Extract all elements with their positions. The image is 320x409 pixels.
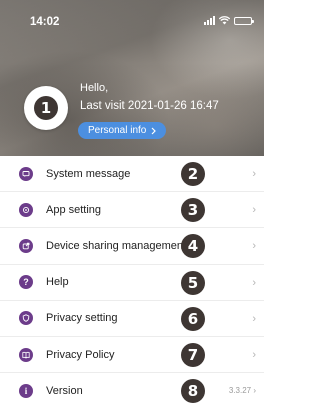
menu-item-label: Help [46,276,69,289]
shield-icon [19,311,33,326]
chevron-right-icon: › [252,168,256,180]
chevron-right-icon: › [252,348,256,361]
version-number: 3.3.27 › [228,386,256,396]
menu-item-label: Device sharing management [46,239,187,252]
callout-marker: 4 [181,234,205,259]
message-icon [19,166,33,181]
callout-marker: 6 [181,306,205,331]
signal-icon [204,16,215,25]
menu-item-label: Privacy Policy [46,348,115,361]
wifi-icon [219,16,230,25]
settings-icon [19,202,33,217]
settings-menu: System message 2 › App setting 3 › Devic… [0,156,264,409]
chevron-right-icon: › [252,312,256,325]
menu-item-label: Privacy setting [46,312,118,325]
menu-item-privacy-policy[interactable]: Privacy Policy 7 › [0,337,264,374]
menu-item-app-setting[interactable]: App setting 3 › [0,192,264,229]
chevron-right-icon: › [252,240,256,253]
callout-marker: 5 [181,270,205,295]
menu-item-label: Version [46,385,83,398]
greeting: Hello, [80,82,109,94]
status-time: 14:02 [30,16,60,28]
profile-header: 14:02 1 Hello, Last visit 2021-01-26 16:… [0,0,264,156]
callout-marker: 1 [34,96,58,120]
personal-info-button[interactable]: Personal info [78,122,167,139]
help-icon: ? [19,275,33,290]
info-icon: i [19,384,33,399]
callout-marker: 3 [181,198,205,223]
menu-item-version[interactable]: i Version 8 3.3.27 › [0,373,264,409]
book-icon [19,347,33,362]
chevron-right-icon [151,127,157,134]
battery-icon [234,16,254,25]
callout-marker: 2 [181,162,205,186]
menu-item-system-message[interactable]: System message 2 › [0,156,264,193]
menu-item-label: App setting [46,203,102,216]
chevron-right-icon: › [252,204,256,217]
share-icon [19,238,33,253]
avatar[interactable]: 1 [24,86,68,130]
last-visit-text: Last visit 2021-01-26 16:47 [80,100,219,112]
personal-info-label: Personal info [88,125,147,136]
callout-marker: 8 [181,379,205,404]
status-icons [204,16,254,25]
menu-item-label: System message [46,167,131,180]
chevron-right-icon: › [252,276,256,289]
menu-item-device-sharing[interactable]: Device sharing management 4 › [0,228,264,265]
menu-item-help[interactable]: ? Help 5 › [0,265,264,301]
menu-item-privacy-setting[interactable]: Privacy setting 6 › [0,301,264,337]
callout-marker: 7 [181,342,205,367]
